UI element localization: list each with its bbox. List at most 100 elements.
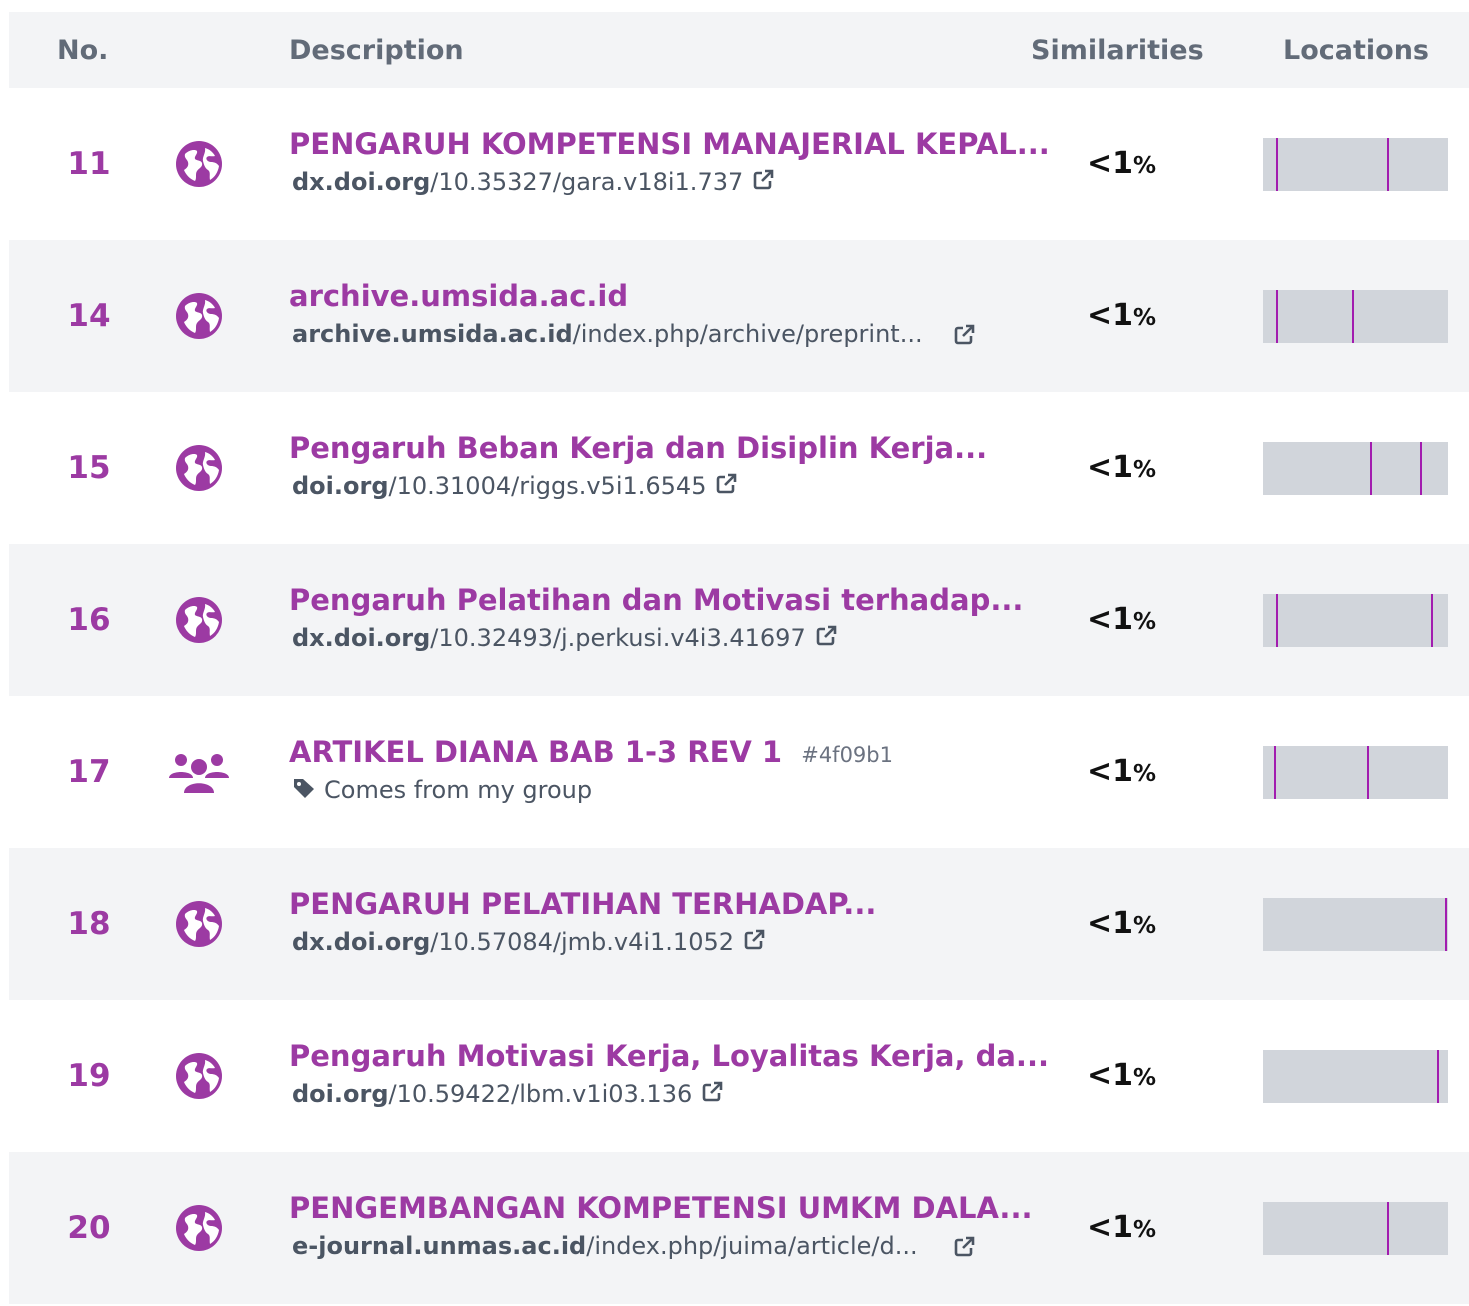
- globe-icon: [175, 900, 223, 948]
- row-number: 20: [67, 1210, 111, 1246]
- source-title[interactable]: Pengaruh Pelatihan dan Motivasi terhadap…: [289, 583, 1023, 617]
- source-url: dx.doi.org/10.57084/jmb.v4i1.1052: [292, 928, 992, 958]
- locations-bar[interactable]: [1263, 1050, 1448, 1103]
- similarity-percent: %: [1133, 153, 1157, 179]
- table-row[interactable]: 19 Pengaruh Motivasi Kerja, Loyalitas Ke…: [9, 1000, 1469, 1152]
- table-row[interactable]: 16 Pengaruh Pelatihan dan Motivasi terha…: [9, 544, 1469, 696]
- row-number: 19: [67, 1058, 111, 1094]
- location-marker: [1431, 594, 1433, 647]
- source-path[interactable]: /10.32493/j.perkusi.v4i3.41697: [430, 624, 805, 652]
- similarity-percent: %: [1133, 1065, 1157, 1091]
- similarity-percent: %: [1133, 457, 1157, 483]
- location-marker: [1352, 290, 1354, 343]
- location-marker: [1437, 1050, 1439, 1103]
- external-link-icon[interactable]: [714, 472, 738, 502]
- globe-icon: [175, 292, 223, 340]
- table-row[interactable]: 20 PENGEMBANGAN KOMPETENSI UMKM DALA... …: [9, 1152, 1469, 1304]
- similarity-value: <1%: [1087, 1000, 1156, 1154]
- source-title[interactable]: archive.umsida.ac.id: [289, 279, 628, 313]
- location-marker: [1276, 290, 1278, 343]
- header-no: No.: [57, 35, 109, 66]
- source-domain[interactable]: dx.doi.org: [292, 928, 430, 956]
- external-link-icon[interactable]: [751, 168, 775, 198]
- similarity-percent: %: [1133, 609, 1157, 635]
- globe-icon: [175, 596, 223, 644]
- similarity-percent: %: [1133, 913, 1157, 939]
- external-link-icon[interactable]: [742, 928, 766, 958]
- external-link-icon[interactable]: [952, 323, 976, 353]
- similarity-number: <1: [1087, 450, 1134, 485]
- locations-bar[interactable]: [1263, 898, 1448, 951]
- similarity-value: <1%: [1087, 240, 1156, 394]
- source-path[interactable]: /10.31004/riggs.v5i1.6545: [389, 472, 707, 500]
- similarity-value: <1%: [1087, 544, 1156, 698]
- locations-bar[interactable]: [1263, 1202, 1448, 1255]
- external-link-icon[interactable]: [814, 624, 838, 654]
- locations-bar[interactable]: [1263, 746, 1448, 799]
- source-title[interactable]: PENGARUH PELATIHAN TERHADAP...: [289, 887, 876, 921]
- similarity-number: <1: [1087, 298, 1134, 333]
- source-url: dx.doi.org/10.32493/j.perkusi.v4i3.41697: [292, 624, 992, 654]
- source-domain[interactable]: doi.org: [292, 1080, 389, 1108]
- globe-icon: [175, 1052, 223, 1100]
- similarity-number: <1: [1087, 602, 1134, 637]
- source-domain[interactable]: archive.umsida.ac.id: [292, 320, 573, 348]
- tag-icon: [292, 777, 316, 805]
- source-domain[interactable]: e-journal.unmas.ac.id: [292, 1232, 586, 1260]
- source-path[interactable]: /index.php/archive/preprint...: [573, 320, 923, 348]
- location-marker: [1274, 746, 1276, 799]
- source-domain[interactable]: doi.org: [292, 472, 389, 500]
- row-number: 16: [67, 602, 111, 638]
- source-title[interactable]: Pengaruh Motivasi Kerja, Loyalitas Kerja…: [289, 1039, 1049, 1073]
- row-number: 14: [67, 298, 111, 334]
- table-row[interactable]: 15 Pengaruh Beban Kerja dan Disiplin Ker…: [9, 392, 1469, 544]
- location-marker: [1370, 442, 1372, 495]
- source-title[interactable]: ARTIKEL DIANA BAB 1-3 REV 1: [289, 735, 782, 769]
- group-label-text: Comes from my group: [324, 776, 593, 804]
- locations-bar[interactable]: [1263, 290, 1448, 343]
- similarity-percent: %: [1133, 761, 1157, 787]
- globe-icon: [175, 140, 223, 188]
- source-title[interactable]: Pengaruh Beban Kerja dan Disiplin Kerja.…: [289, 431, 987, 465]
- source-url: e-journal.unmas.ac.id/index.php/juima/ar…: [292, 1232, 992, 1260]
- table-row[interactable]: 11 PENGARUH KOMPETENSI MANAJERIAL KEPAL.…: [9, 88, 1469, 240]
- similarity-value: <1%: [1087, 88, 1156, 242]
- similarity-percent: %: [1133, 305, 1157, 331]
- similarity-number: <1: [1087, 1210, 1134, 1245]
- similarity-value: <1%: [1087, 848, 1156, 1002]
- source-url: dx.doi.org/10.35327/gara.v18i1.737: [292, 168, 992, 198]
- source-title[interactable]: PENGARUH KOMPETENSI MANAJERIAL KEPAL...: [289, 127, 1050, 161]
- source-title[interactable]: PENGEMBANGAN KOMPETENSI UMKM DALA...: [289, 1191, 1032, 1225]
- locations-bar[interactable]: [1263, 594, 1448, 647]
- document-hash: #4f09b1: [801, 743, 893, 767]
- header-description: Description: [289, 35, 464, 66]
- location-marker: [1387, 138, 1389, 191]
- source-path[interactable]: /10.57084/jmb.v4i1.1052: [430, 928, 734, 956]
- similarity-value: <1%: [1087, 392, 1156, 546]
- source-domain[interactable]: dx.doi.org: [292, 168, 430, 196]
- header-locations: Locations: [1283, 35, 1429, 66]
- source-path[interactable]: /10.35327/gara.v18i1.737: [430, 168, 743, 196]
- table-body: 11 PENGARUH KOMPETENSI MANAJERIAL KEPAL.…: [9, 88, 1469, 1304]
- locations-bar[interactable]: [1263, 442, 1448, 495]
- similarity-percent: %: [1133, 1217, 1157, 1243]
- locations-bar[interactable]: [1263, 138, 1448, 191]
- location-marker: [1420, 442, 1422, 495]
- header-similarities: Similarities: [1031, 35, 1204, 66]
- source-domain[interactable]: dx.doi.org: [292, 624, 430, 652]
- source-path[interactable]: /10.59422/lbm.v1i03.136: [389, 1080, 693, 1108]
- source-url: doi.org/10.59422/lbm.v1i03.136: [292, 1080, 992, 1110]
- source-url: archive.umsida.ac.id/index.php/archive/p…: [292, 320, 992, 348]
- table-row[interactable]: 18 PENGARUH PELATIHAN TERHADAP... dx.doi…: [9, 848, 1469, 1000]
- row-number: 17: [67, 754, 111, 790]
- table-row[interactable]: 14 archive.umsida.ac.id archive.umsida.a…: [9, 240, 1469, 392]
- table-row[interactable]: 17 ARTIKEL DIANA BAB 1-3 REV 1 #4f09b1 C…: [9, 696, 1469, 848]
- similarity-number: <1: [1087, 754, 1134, 789]
- similarity-number: <1: [1087, 1058, 1134, 1093]
- source-path[interactable]: /index.php/juima/article/d...: [586, 1232, 917, 1260]
- similarity-number: <1: [1087, 906, 1134, 941]
- group-label: Comes from my group: [292, 776, 992, 805]
- external-link-icon[interactable]: [952, 1235, 976, 1265]
- similarity-number: <1: [1087, 146, 1134, 181]
- external-link-icon[interactable]: [700, 1080, 724, 1110]
